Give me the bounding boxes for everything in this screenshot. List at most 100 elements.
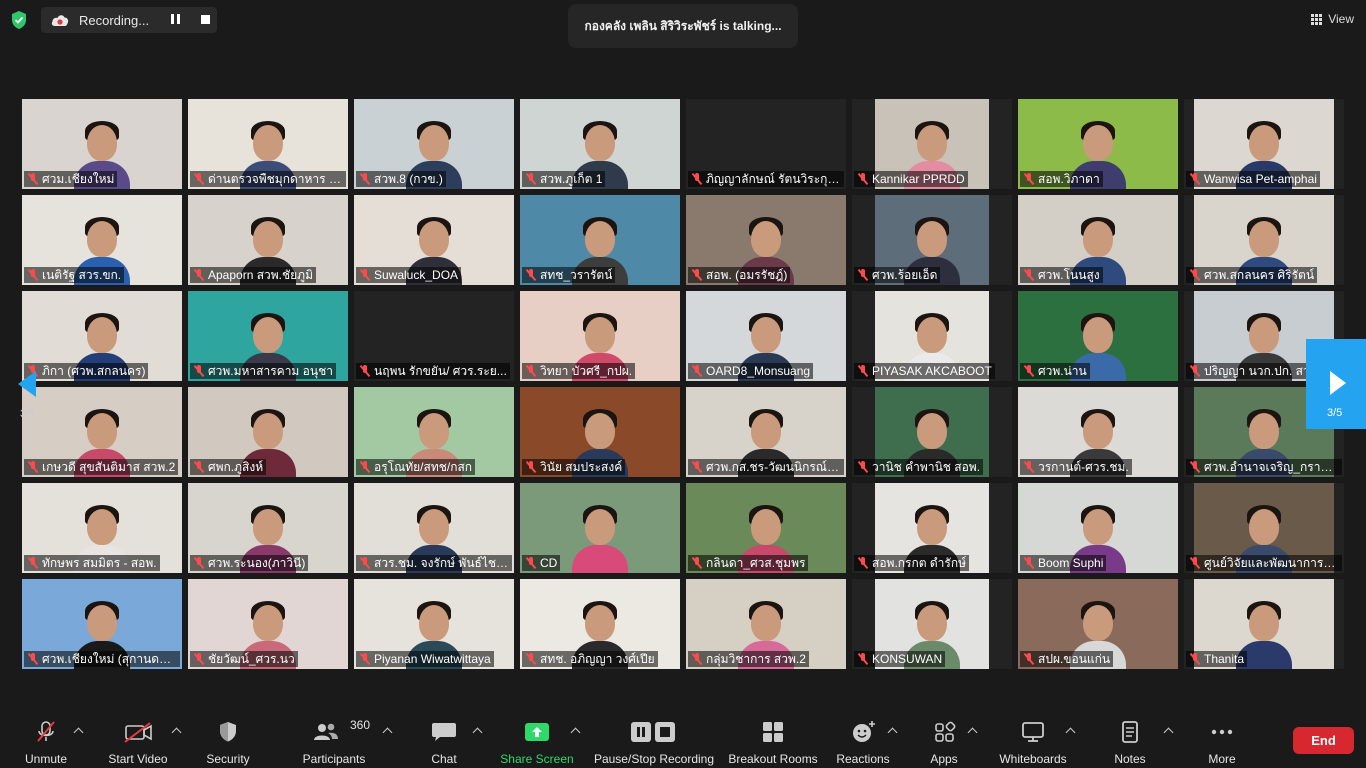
participant-tile[interactable]: ศวพ.โนนสูง <box>1018 195 1178 285</box>
security-shield-icon[interactable] <box>10 10 28 30</box>
participant-tile[interactable]: อรุโณทัย/สทช/กสก <box>354 387 514 477</box>
audio-options-caret-icon[interactable] <box>74 726 82 734</box>
next-page-button[interactable]: 3/5 <box>1306 339 1366 429</box>
participant-name: เกษวดี สุขสันติมาส สวพ.2 <box>42 459 176 474</box>
participant-tile[interactable]: กลินดา_ศวส.ชุมพร <box>686 483 846 573</box>
participant-nameplate: สทช. อภิญญา วงศ์เปีย <box>522 651 658 667</box>
participant-name: อรุโณทัย/สทช/กสก <box>374 459 473 474</box>
mic-muted-icon <box>691 269 703 281</box>
stop-recording-icon[interactable] <box>201 15 210 24</box>
participant-tile[interactable]: เนติรัฐ สวร.ขก. <box>22 195 182 285</box>
apps-button[interactable]: Apps <box>924 720 964 768</box>
previous-page-button[interactable]: 3/5 <box>0 341 40 431</box>
participant-tile[interactable]: Suwaluck_DOA <box>354 195 514 285</box>
start-video-button[interactable]: Start Video <box>106 720 170 768</box>
participants-options-caret-icon[interactable] <box>383 726 391 734</box>
participant-tile[interactable]: Apaporn สวพ.ชัยภูมิ <box>188 195 348 285</box>
unmute-button[interactable]: Unmute <box>20 720 72 768</box>
participant-tile[interactable]: Thanita <box>1184 579 1344 669</box>
view-label: View <box>1328 12 1354 26</box>
breakout-rooms-button[interactable]: Breakout Rooms <box>726 720 820 768</box>
end-meeting-button[interactable]: End <box>1293 727 1354 754</box>
participant-tile[interactable]: วานิช คำพานิช สอพ. <box>852 387 1012 477</box>
participant-name: สวร.ชม. จงรักษ์ พันธ์ไชย... <box>374 555 509 570</box>
mic-muted-icon <box>27 173 39 185</box>
participant-tile[interactable]: กลุ่มวิชาการ สวพ.2 <box>686 579 846 669</box>
arrow-right-icon <box>1330 371 1346 395</box>
participant-tile[interactable]: สทช_วรารัตน์ <box>520 195 680 285</box>
participant-nameplate: Wanwisa Pet-amphai <box>1186 171 1320 187</box>
participant-tile[interactable]: ภิญญาลักษณ์ รัตนวิระกุล... <box>686 99 846 189</box>
participant-tile[interactable]: ศวพ.ระนอง(ภาวินี) <box>188 483 348 573</box>
mic-muted-icon <box>1189 461 1201 473</box>
share-screen-button[interactable]: Share Screen <box>500 720 574 768</box>
participant-tile[interactable]: สทช. อภิญญา วงศ์เปีย <box>520 579 680 669</box>
participant-nameplate: CD <box>522 555 561 571</box>
participant-tile[interactable]: วิทยา บัวศรี_กปผ. <box>520 291 680 381</box>
participant-tile[interactable]: Wanwisa Pet-amphai <box>1184 99 1344 189</box>
participant-tile[interactable]: สวพ.8 (กวข.) <box>354 99 514 189</box>
reactions-button[interactable]: Reactions <box>836 720 890 768</box>
participant-tile[interactable]: ภิกา (ศวพ.สกลนคร) <box>22 291 182 381</box>
participant-tile[interactable]: KONSUWAN <box>852 579 1012 669</box>
participant-tile[interactable]: Boom Suphi <box>1018 483 1178 573</box>
participant-tile[interactable]: ศวพ.กส.ชร-วัฒนนิกรณ์ เ... <box>686 387 846 477</box>
participant-tile[interactable]: สอพ.วิภาดา <box>1018 99 1178 189</box>
view-button[interactable]: View <box>1311 12 1354 26</box>
participant-tile[interactable]: ชัยวัฒน์_ศวร.นว <box>188 579 348 669</box>
participant-nameplate: ศวพ.น่าน <box>1020 363 1090 379</box>
notes-options-caret-icon[interactable] <box>1164 726 1172 734</box>
participant-tile[interactable]: ด่านตรวจพืชมุกดาหาร (ป... <box>188 99 348 189</box>
participant-tile[interactable]: วินัย สมประสงค์ <box>520 387 680 477</box>
page-indicator-left: 3/5 <box>20 408 36 420</box>
participant-tile[interactable]: สวพ.ภูเก็ต 1 <box>520 99 680 189</box>
participant-name: OARD8_Monsuang <box>706 364 811 378</box>
participant-tile[interactable]: ศวพ.น่าน <box>1018 291 1178 381</box>
participant-tile[interactable]: PIYASAK AKCABOOT <box>852 291 1012 381</box>
participant-tile[interactable]: ทักษพร สมมิตร - สอพ. <box>22 483 182 573</box>
reactions-options-caret-icon[interactable] <box>888 726 896 734</box>
participant-tile[interactable]: Kannikar PPRDD <box>852 99 1012 189</box>
participant-nameplate: ศวพ.สกลนคร ศิริรัตน์ <box>1186 267 1318 283</box>
participant-tile[interactable]: สอพ. (อมรรัชฎ์) <box>686 195 846 285</box>
video-options-caret-icon[interactable] <box>172 726 180 734</box>
participant-tile[interactable]: ศวพ.มหาสารคาม อนุชา <box>188 291 348 381</box>
pause-stop-recording-button[interactable]: Pause/Stop Recording <box>592 720 716 768</box>
more-button[interactable]: More <box>1202 720 1242 768</box>
participant-tile[interactable]: ศูนย์วิจัยและพัฒนาการเก... <box>1184 483 1344 573</box>
participant-tile[interactable]: OARD8_Monsuang <box>686 291 846 381</box>
participants-button[interactable]: 360 Participants <box>300 718 371 768</box>
active-speaker-banner: กองคลัง เพลิน สิริวิระพัชร์ is talking..… <box>568 4 798 48</box>
notes-button[interactable]: Notes <box>1110 720 1150 768</box>
participant-tile[interactable]: สวร.ชม. จงรักษ์ พันธ์ไชย... <box>354 483 514 573</box>
whiteboards-button[interactable]: Whiteboards <box>996 720 1070 768</box>
whiteboards-options-caret-icon[interactable] <box>1066 726 1074 734</box>
share-options-caret-icon[interactable] <box>571 726 579 734</box>
participants-count: 360 <box>350 718 371 732</box>
pause-recording-icon[interactable] <box>171 14 181 26</box>
apps-options-caret-icon[interactable] <box>968 726 976 734</box>
participant-tile[interactable]: สอพ.กรกต ดำรักษ์ <box>852 483 1012 573</box>
apps-icon <box>935 721 956 742</box>
participant-tile[interactable]: เกษวดี สุขสันติมาส สวพ.2 <box>22 387 182 477</box>
participant-tile[interactable]: สปผ.ขอนแก่น <box>1018 579 1178 669</box>
chat-button[interactable]: Chat <box>424 720 464 768</box>
reactions-label: Reactions <box>836 752 890 766</box>
participant-tile[interactable]: ศวม.เชียงใหม่ <box>22 99 182 189</box>
security-button[interactable]: Security <box>202 720 254 768</box>
chat-options-caret-icon[interactable] <box>473 726 481 734</box>
mic-muted-icon <box>857 269 869 281</box>
participant-tile[interactable]: Piyanan Wiwatwittaya <box>354 579 514 669</box>
participant-tile[interactable]: นฤพน รักขยัน/ ศวร.ระย... <box>354 291 514 381</box>
participant-nameplate: OARD8_Monsuang <box>688 363 814 379</box>
participant-tile[interactable]: ศพก.ภูสิงห์ <box>188 387 348 477</box>
participant-tile[interactable]: ศวพ.ร้อยเอ็ด <box>852 195 1012 285</box>
participant-nameplate: นฤพน รักขยัน/ ศวร.ระย... <box>356 363 510 379</box>
participant-tile[interactable]: CD <box>520 483 680 573</box>
participant-tile[interactable]: ศวพ.สกลนคร ศิริรัตน์ <box>1184 195 1344 285</box>
shield-icon <box>220 722 236 742</box>
participant-tile[interactable]: วรกานต์-ศวร.ชม. <box>1018 387 1178 477</box>
participant-name: ภิญญาลักษณ์ รัตนวิระกุล... <box>706 171 841 186</box>
participant-tile[interactable]: ศวพ.เชียงใหม่ (สุกานดา ใ... <box>22 579 182 669</box>
mic-muted-icon <box>857 365 869 377</box>
